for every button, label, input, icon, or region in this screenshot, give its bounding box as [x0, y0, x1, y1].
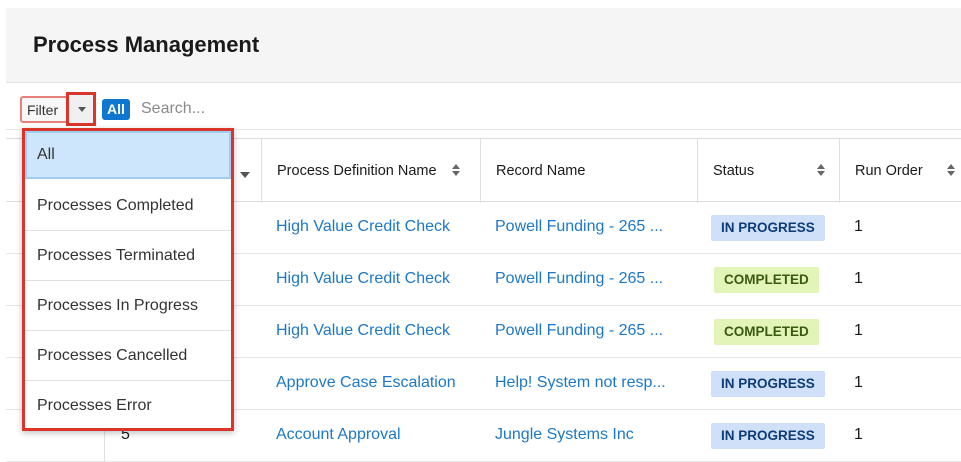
column-header-process-definition-name[interactable]: Process Definition Name — [277, 163, 437, 179]
sort-icon[interactable] — [817, 164, 825, 178]
record-link[interactable]: Powell Funding - 265 ... — [495, 322, 663, 340]
status-badge: IN PROGRESS — [711, 423, 825, 449]
filter-option-all[interactable]: All — [25, 131, 231, 179]
column-header-run-order[interactable]: Run Order — [855, 163, 923, 179]
record-link[interactable]: Help! System not resp... — [495, 374, 666, 392]
filter-dropdown-menu: All Processes Completed Processes Termin… — [22, 128, 234, 431]
page-header: Process Management — [6, 8, 961, 83]
status-badge: IN PROGRESS — [711, 215, 825, 241]
chevron-down-icon — [78, 107, 86, 112]
filter-option-processes-in-progress[interactable]: Processes In Progress — [25, 281, 231, 331]
filter-button-label: Filter — [27, 102, 59, 118]
page-title: Process Management — [33, 32, 260, 57]
status-badge: COMPLETED — [714, 319, 819, 345]
record-link[interactable]: Powell Funding - 265 ... — [495, 218, 663, 236]
column-header-record-name[interactable]: Record Name — [496, 163, 585, 179]
column-header-status[interactable]: Status — [713, 163, 754, 179]
chevron-down-icon[interactable] — [240, 172, 250, 178]
process-definition-link[interactable]: High Value Credit Check — [276, 218, 450, 236]
run-order: 1 — [854, 426, 863, 443]
filter-option-processes-error[interactable]: Processes Error — [25, 381, 231, 431]
status-badge: COMPLETED — [714, 267, 819, 293]
process-definition-link[interactable]: High Value Credit Check — [276, 322, 450, 340]
active-filter-pill[interactable]: All — [102, 99, 130, 120]
record-link[interactable]: Powell Funding - 265 ... — [495, 270, 663, 288]
process-definition-link[interactable]: High Value Credit Check — [276, 270, 450, 288]
filter-bar: Filter All — [6, 84, 961, 130]
status-badge: IN PROGRESS — [711, 371, 825, 397]
filter-option-processes-completed[interactable]: Processes Completed — [25, 181, 231, 231]
run-order: 1 — [854, 322, 863, 339]
run-order: 1 — [854, 374, 863, 391]
sort-icon[interactable] — [452, 164, 460, 178]
search-input[interactable] — [141, 96, 561, 122]
run-order: 1 — [854, 218, 863, 235]
process-definition-link[interactable]: Account Approval — [276, 426, 401, 444]
record-link[interactable]: Jungle Systems Inc — [495, 426, 634, 444]
filter-option-processes-terminated[interactable]: Processes Terminated — [25, 231, 231, 281]
filter-option-processes-cancelled[interactable]: Processes Cancelled — [25, 331, 231, 381]
process-definition-link[interactable]: Approve Case Escalation — [276, 374, 456, 392]
run-order: 1 — [854, 270, 863, 287]
filter-dropdown-toggle[interactable] — [66, 92, 96, 126]
sort-icon[interactable] — [947, 164, 955, 178]
